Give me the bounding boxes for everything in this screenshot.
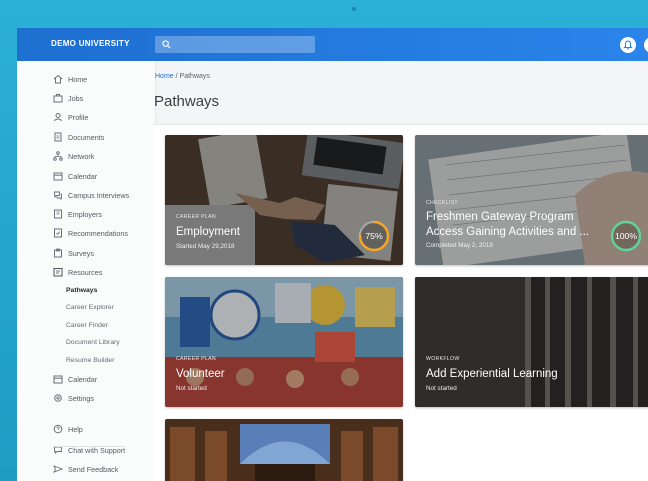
sidebar-subitem-pathways[interactable]: Pathways — [66, 284, 97, 296]
sidebar-item-jobs[interactable]: Jobs — [53, 91, 83, 105]
breadcrumb-home[interactable]: Home — [155, 73, 174, 80]
sidebar-item-label: Help — [68, 424, 83, 434]
card-title: Freshmen Gateway Program — [426, 211, 574, 223]
card-kicker: WORKFLOW — [426, 356, 460, 362]
camera-dot — [352, 7, 356, 11]
sidebar-item-label: Network — [68, 151, 95, 161]
top-bar: DEMO UNIVERSITY — [17, 28, 648, 61]
search-input[interactable] — [155, 36, 315, 53]
app-screen: DEMO UNIVERSITY Home Jobs Profile Documents… — [17, 28, 648, 481]
calendar-icon — [53, 171, 63, 181]
sidebar-item-send-feedback[interactable]: Send Feedback — [53, 462, 118, 476]
sidebar-item-calendar-2[interactable]: Calendar — [53, 372, 97, 386]
breadcrumb-separator: / — [175, 73, 178, 80]
brand-name[interactable]: DEMO UNIVERSITY — [51, 39, 130, 48]
sidebar-item-help[interactable]: Help — [53, 422, 83, 436]
sidebar-item-profile[interactable]: Profile — [53, 110, 88, 124]
sidebar-item-label: Campus Interviews — [68, 190, 130, 200]
card-kicker: CAREER PLAN — [176, 214, 216, 220]
survey-icon — [53, 248, 63, 258]
briefcase-icon — [53, 93, 63, 103]
building-icon — [53, 209, 63, 219]
sidebar-item-recommendations[interactable]: Recommendations — [53, 226, 128, 240]
pathway-card-volunteer[interactable]: CAREER PLAN Volunteer Not started — [165, 277, 403, 407]
card-title: Add Experiential Learning — [426, 368, 558, 380]
card-meta: Started May 29,2018 — [176, 243, 235, 250]
breadcrumb: Home / Pathways — [155, 73, 210, 80]
sidebar-item-network[interactable]: Network — [53, 149, 94, 163]
sidebar-subitem-document-library[interactable]: Document Library — [66, 336, 120, 348]
card-meta: Not started — [426, 385, 457, 392]
network-icon — [53, 151, 63, 161]
pathway-card-experiential-learning[interactable]: WORKFLOW Add Experiential Learning Not s… — [415, 277, 648, 407]
sidebar-item-label: Documents — [68, 132, 105, 142]
sidebar-item-label: Surveys — [68, 248, 94, 258]
sidebar-item-label: Jobs — [68, 93, 84, 103]
sidebar-item-resources[interactable]: Resources — [53, 265, 102, 279]
user-icon — [53, 112, 63, 122]
pathway-card-library[interactable] — [165, 419, 403, 481]
card-title-line2: Access Gaining Activities and ... — [426, 226, 589, 238]
sidebar-item-campus-interviews[interactable]: Campus Interviews — [53, 188, 129, 202]
sidebar-subitem-career-explorer[interactable]: Career Explorer — [66, 301, 114, 313]
sidebar-subitem-career-finder[interactable]: Career Finder — [66, 319, 108, 331]
progress-label: 75% — [365, 231, 383, 241]
interview-icon — [53, 190, 63, 200]
card-title: Employment — [176, 226, 240, 238]
sidebar-item-settings-2[interactable]: Settings — [53, 391, 94, 405]
pathway-card-freshmen-gateway[interactable]: CHECKLIST Freshmen Gateway Program Acces… — [415, 135, 648, 265]
sidebar-item-calendar[interactable]: Calendar — [53, 169, 97, 183]
sidebar-item-surveys[interactable]: Surveys — [53, 246, 94, 260]
sidebar-item-label: Employers — [68, 209, 102, 219]
sidebar-item-label: Settings — [68, 393, 94, 403]
card-title: Volunteer — [176, 368, 225, 380]
breadcrumb-current: Pathways — [179, 73, 210, 80]
progress-label: 100% — [615, 231, 637, 241]
sidebar-item-label: Recommendations — [68, 228, 128, 238]
resources-icon — [53, 267, 63, 277]
sidebar-item-documents[interactable]: Documents — [53, 130, 104, 144]
sidebar-item-label: Resources — [68, 267, 103, 277]
settings-icon — [53, 393, 63, 403]
search-icon — [162, 40, 171, 49]
help-icon — [53, 424, 63, 434]
card-kicker: CHECKLIST — [426, 200, 458, 206]
card-meta: Completed May 2, 2018 — [426, 242, 493, 249]
sidebar-divider — [53, 446, 125, 447]
send-icon — [53, 464, 64, 474]
bell-icon — [623, 40, 633, 50]
sidebar-item-label: Home — [68, 74, 88, 84]
pathway-card-employment[interactable]: CAREER PLAN Employment Started May 29,20… — [165, 135, 403, 265]
pathways-grid: CAREER PLAN Employment Started May 29,20… — [153, 124, 648, 481]
sidebar: Home Jobs Profile Documents Network Calendar C… — [17, 61, 156, 481]
recommendation-icon — [53, 228, 63, 238]
home-icon — [53, 74, 63, 84]
card-kicker: CAREER PLAN — [176, 356, 216, 362]
sidebar-item-label: Send Feedback — [68, 464, 119, 474]
sidebar-item-label: Calendar — [68, 374, 98, 384]
sidebar-item-employers[interactable]: Employers — [53, 207, 102, 221]
page-title: Pathways — [154, 93, 220, 110]
calendar-icon — [53, 374, 63, 384]
library-image — [165, 419, 403, 481]
sidebar-subitem-resume-builder[interactable]: Resume Builder — [66, 354, 114, 366]
notifications-button[interactable] — [620, 37, 636, 53]
document-icon — [53, 132, 63, 142]
card-meta: Not started — [176, 385, 207, 392]
sidebar-item-label: Profile — [68, 112, 89, 122]
avatar[interactable] — [644, 37, 648, 53]
sidebar-item-label: Calendar — [68, 171, 98, 181]
sidebar-item-home[interactable]: Home — [53, 72, 87, 86]
